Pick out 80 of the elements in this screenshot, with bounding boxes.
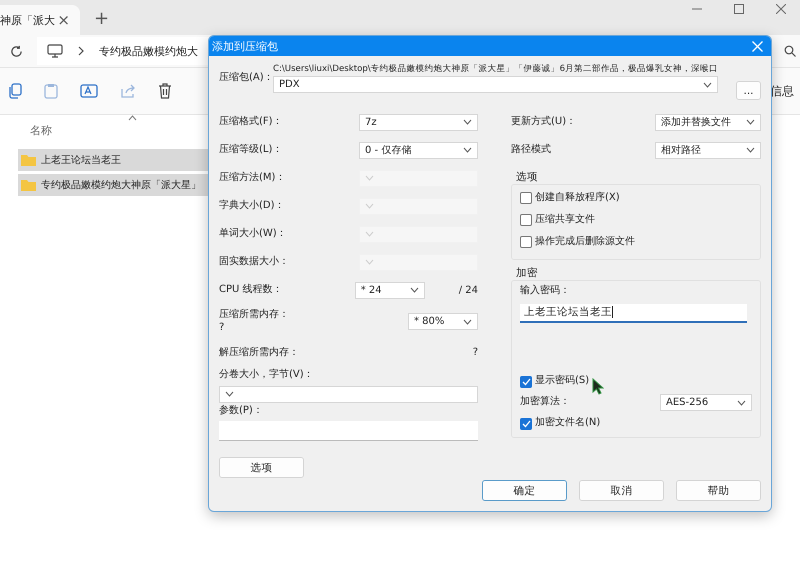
options-button[interactable]: 选项 (219, 457, 304, 478)
dropdown[interactable]: 7z (359, 114, 478, 130)
field-label: 路径模式 (511, 144, 551, 156)
field-label: 分卷大小，字节(V)： (219, 369, 315, 382)
chevron-down-icon (365, 231, 374, 237)
file-name: 专约极品嫩模约炮大神原「派大星」 (41, 178, 201, 192)
chevron-down-icon (410, 287, 419, 293)
checkbox-label: 创建自释放程序(X) (535, 192, 620, 204)
checkbox-label: 显示密码(S) (535, 375, 590, 388)
sort-up-icon (128, 115, 137, 121)
dialog-title: 添加到压缩包 (212, 38, 278, 54)
chevron-down-icon (737, 400, 746, 406)
checkbox[interactable] (520, 214, 532, 226)
trash-icon[interactable] (158, 83, 172, 99)
field-label: 压缩格式(F)： (219, 116, 283, 128)
field-label: 单词大小(W)： (219, 228, 287, 240)
chevron-down-icon (463, 119, 472, 125)
field-label: 参数(P)： (219, 404, 264, 417)
tab-title: 神原「派大 (0, 12, 55, 28)
field-label: CPU 线程数： (219, 284, 283, 296)
dropdown[interactable]: * 80% (408, 313, 478, 330)
checkbox-label: 压缩共享文件 (535, 214, 595, 226)
checkbox-label: 操作完成后删除源文件 (535, 236, 635, 248)
memory-value: ? (472, 346, 478, 360)
file-name: 上老王论坛当老王 (41, 154, 121, 167)
dropdown[interactable]: 0 - 仅存储 (359, 142, 478, 158)
checkbox[interactable] (520, 418, 532, 430)
chevron-down-icon (703, 82, 712, 88)
breadcrumb-item[interactable]: 专约极品嫩模约炮大 (99, 44, 198, 58)
field-label: 加密算法： (520, 396, 570, 409)
maximize-icon[interactable] (734, 4, 744, 14)
group-title: 选项 (515, 170, 539, 184)
browser-tab[interactable]: 神原「派大 × (0, 5, 80, 35)
field-label: 解压缩所需内存： (219, 346, 299, 360)
checkbox[interactable] (520, 376, 532, 388)
field-label: 压缩方法(M)： (219, 172, 286, 184)
search-icon[interactable] (784, 45, 796, 57)
parameters-field[interactable] (219, 421, 478, 441)
chevron-down-icon (463, 318, 472, 324)
chevron-down-icon (225, 391, 234, 397)
dialog-button[interactable]: 确定 (482, 480, 567, 501)
group-title: 加密 (515, 266, 539, 280)
chevron-right-icon (77, 46, 85, 56)
browse-button[interactable]: ... (736, 81, 761, 100)
chevron-down-icon (746, 119, 755, 125)
checkbox-label: 加密文件名(N) (535, 417, 600, 430)
chevron-down-icon (365, 203, 374, 209)
checkbox[interactable] (520, 236, 532, 248)
rename-icon[interactable] (80, 83, 98, 99)
thread-count: / 24 (458, 284, 478, 296)
chevron-down-icon (365, 259, 374, 265)
checkbox[interactable] (520, 192, 532, 204)
folder-icon (21, 179, 36, 191)
dropdown[interactable]: 相对路径 (655, 142, 761, 158)
chevron-down-icon (463, 147, 472, 153)
folder-icon (21, 154, 36, 166)
password-field[interactable]: 上老王论坛当老王 (520, 304, 747, 322)
field-label: 输入密码： (520, 285, 571, 298)
archive-path: C:\Users\liuxi\Desktop\专约极品嫩模约炮大神原「派大星」「伊藤诚」6月第二部作品，极品爆乳女神，深喉口 (273, 64, 718, 76)
chevron-down-icon (746, 147, 755, 153)
new-tab-button[interactable]: + (94, 8, 110, 29)
chevron-down-icon (365, 175, 374, 181)
tab-close-button[interactable]: × (57, 11, 70, 29)
dropdown[interactable]: * 24 (354, 282, 425, 298)
field-label: 压缩所需内存： (219, 308, 289, 321)
field-label: 压缩包(A)： (219, 72, 271, 84)
dropdown[interactable]: 添加并替换文件 (655, 114, 761, 130)
dialog-button[interactable]: 取消 (579, 480, 664, 501)
dropdown[interactable]: AES-256 (660, 394, 752, 411)
copy-icon[interactable] (8, 83, 22, 99)
archive-name-combo[interactable]: PDX (273, 76, 718, 94)
field-label: 固实数据大小： (219, 256, 289, 268)
refresh-icon[interactable] (10, 44, 23, 58)
dialog-button[interactable]: 帮助 (676, 480, 761, 501)
field-label: 更新方式(U)： (511, 116, 576, 128)
memory-value: ? (219, 322, 226, 334)
close-icon[interactable] (776, 4, 786, 14)
field-label: 字典大小(D)： (219, 200, 285, 212)
computer-icon (47, 44, 63, 58)
mouse-cursor-icon (592, 378, 604, 395)
